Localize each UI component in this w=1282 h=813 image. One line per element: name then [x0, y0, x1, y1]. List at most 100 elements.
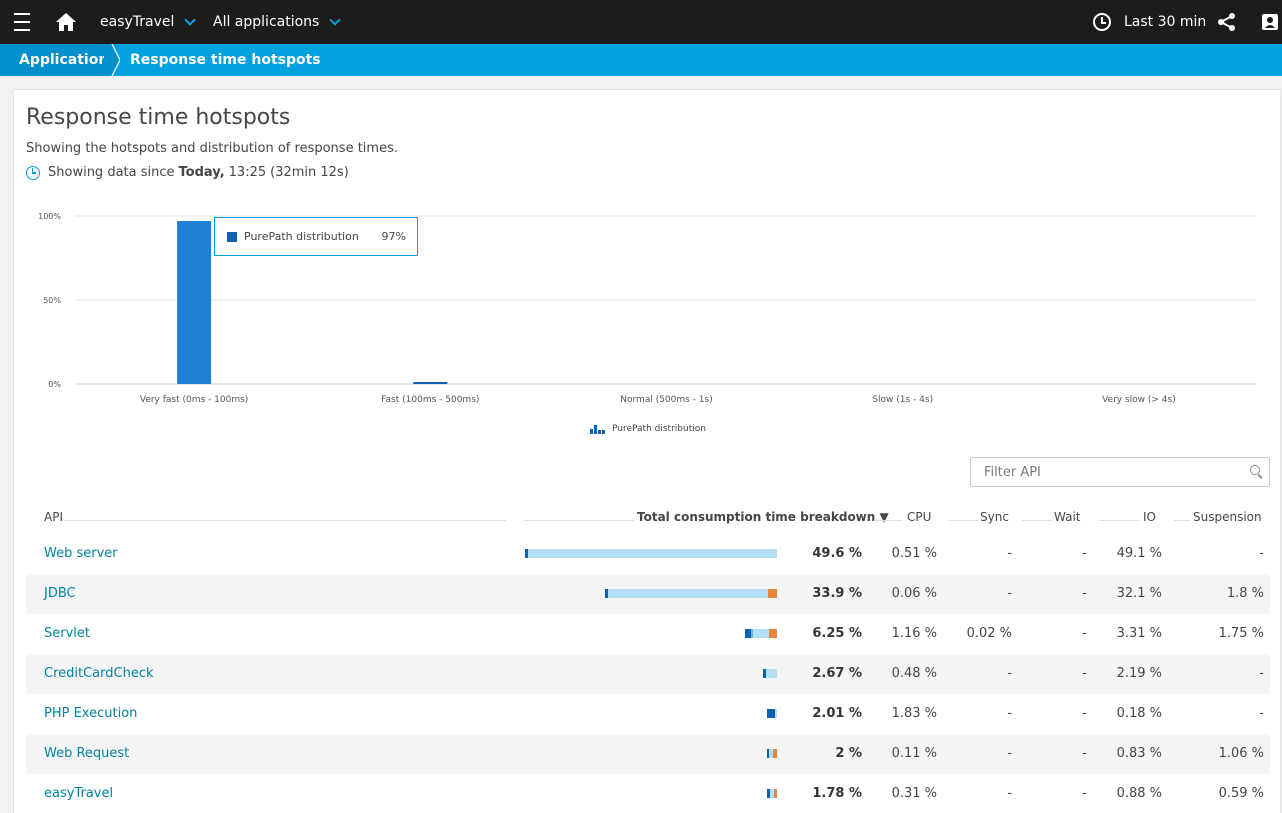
column-header-suspension[interactable]: Suspension [1193, 510, 1262, 524]
x-tick-label: Normal (500ms - 1s) [620, 395, 712, 405]
wait-value: - [1082, 706, 1087, 721]
cpu-value: 0.06 % [891, 586, 937, 601]
main-card: Response time hotspots Showing the hotsp… [13, 89, 1281, 813]
breadcrumb-current: Response time hotspots [130, 44, 321, 76]
sync-value: - [1007, 786, 1012, 801]
table-row[interactable]: CreditCardCheck 2.67 % 0.48 % - - 2.19 % - [26, 654, 1270, 694]
column-header-sync[interactable]: Sync [980, 510, 1009, 524]
suspension-value: 0.59 % [1218, 786, 1264, 801]
application-filter-label: All applications [213, 14, 320, 30]
suspension-value: - [1259, 666, 1264, 681]
api-name-link[interactable]: Web Request [44, 746, 129, 761]
breakdown-segment [774, 709, 777, 718]
total-value: 33.9 % [812, 586, 862, 601]
column-header-api[interactable]: API [44, 510, 63, 524]
table-row[interactable]: JDBC 33.9 % 0.06 % - - 32.1 % 1.8 % [26, 574, 1270, 614]
table-row[interactable]: Web server 49.6 % 0.51 % - - 49.1 % - [26, 534, 1270, 574]
io-value: 0.83 % [1116, 746, 1162, 761]
cpu-value: 0.51 % [891, 546, 937, 561]
user-icon[interactable] [1262, 0, 1278, 44]
breakdown-segment [766, 669, 777, 678]
cpu-value: 1.83 % [891, 706, 937, 721]
breakdown-segment [528, 549, 777, 558]
cpu-value: 0.48 % [891, 666, 937, 681]
io-value: 0.18 % [1116, 706, 1162, 721]
breadcrumb-applications-label: Applications [19, 52, 117, 68]
total-value: 1.78 % [812, 786, 862, 801]
total-value: 2.01 % [812, 706, 862, 721]
suspension-value: - [1259, 546, 1264, 561]
sync-value: 0.02 % [966, 626, 1012, 641]
application-selector[interactable]: All applications [213, 0, 341, 44]
cpu-value: 0.11 % [891, 746, 937, 761]
timeframe-selector[interactable]: Last 30 min [1093, 0, 1206, 44]
breadcrumb-applications[interactable]: Applications [0, 44, 117, 76]
io-value: 2.19 % [1116, 666, 1162, 681]
x-tick-label: Very fast (0ms - 100ms) [140, 395, 248, 405]
column-header-io[interactable]: IO [1143, 510, 1156, 524]
response-time-distribution-chart: 100% 50% 0% Very fast (0ms - 100ms) Fast (10… [38, 212, 1257, 405]
column-header-cpu[interactable]: CPU [907, 510, 931, 524]
api-name-link[interactable]: Servlet [44, 626, 90, 641]
clock-icon [1093, 13, 1111, 31]
chart-legend[interactable]: PurePath distribution [590, 424, 706, 434]
table-row[interactable]: PHP Execution 2.01 % 1.83 % - - 0.18 % - [26, 694, 1270, 734]
io-value: 32.1 % [1116, 586, 1162, 601]
breakdown-segment [772, 749, 777, 758]
sync-value: - [1007, 666, 1012, 681]
consumption-breakdown-bar [525, 549, 777, 558]
breadcrumb-current-label: Response time hotspots [130, 52, 321, 68]
chart-bar [413, 382, 448, 384]
consumption-breakdown-bar [767, 789, 777, 798]
consumption-breakdown-bar [766, 709, 777, 718]
consumption-breakdown-bar [604, 589, 777, 598]
chart-bar [177, 221, 212, 384]
total-value: 49.6 % [812, 546, 862, 561]
environment-name: easyTravel [100, 14, 175, 30]
wait-value: - [1082, 666, 1087, 681]
consumption-breakdown-bar [763, 669, 777, 678]
breadcrumb-separator-icon [104, 44, 120, 76]
suspension-value: 1.8 % [1226, 586, 1264, 601]
chart-tooltip: PurePath distribution 97% [214, 217, 418, 256]
filter-api-input[interactable] [970, 457, 1270, 487]
table-row[interactable]: Servlet 6.25 % 1.16 % 0.02 % - 3.31 % 1.75 % [26, 614, 1270, 654]
sync-value: - [1007, 746, 1012, 761]
table-row[interactable]: Web Request 2 % 0.11 % - - 0.83 % 1.06 % [26, 734, 1270, 774]
column-header-wait[interactable]: Wait [1054, 510, 1081, 524]
top-navigation-bar: easyTravel All applications Last 30 min [0, 0, 1282, 44]
api-name-link[interactable]: Web server [44, 546, 118, 561]
share-icon[interactable] [1217, 0, 1237, 44]
api-name-link[interactable]: PHP Execution [44, 706, 137, 721]
x-tick-label: Slow (1s - 4s) [872, 395, 933, 405]
search-icon[interactable] [1250, 465, 1260, 475]
breakdown-segment [768, 629, 777, 638]
environment-selector[interactable]: easyTravel [100, 0, 197, 44]
api-name-link[interactable]: easyTravel [44, 786, 113, 801]
wait-value: - [1082, 626, 1087, 641]
io-value: 49.1 % [1116, 546, 1162, 561]
consumption-breakdown-bar [766, 749, 777, 758]
column-header-total[interactable]: Total consumption time breakdown ▼ [637, 510, 889, 524]
sync-value: - [1007, 706, 1012, 721]
breakdown-segment [766, 709, 775, 718]
y-tick-label: 100% [38, 212, 61, 221]
bar-chart-icon [590, 424, 606, 434]
api-name-link[interactable]: JDBC [44, 586, 76, 601]
tooltip-label: PurePath distribution [244, 230, 359, 243]
timeframe-label: Last 30 min [1124, 14, 1207, 30]
tooltip-swatch [227, 231, 237, 242]
x-tick-label: Very slow (> 4s) [1102, 395, 1176, 405]
hamburger-menu-icon[interactable] [14, 0, 30, 44]
total-value: 6.25 % [812, 626, 862, 641]
total-value: 2.67 % [812, 666, 862, 681]
suspension-value: 1.06 % [1218, 746, 1264, 761]
api-name-link[interactable]: CreditCardCheck [44, 666, 154, 681]
wait-value: - [1082, 546, 1087, 561]
home-icon[interactable] [55, 0, 77, 44]
cpu-value: 1.16 % [891, 626, 937, 641]
wait-value: - [1082, 746, 1087, 761]
breakdown-segment [753, 629, 769, 638]
table-row[interactable]: easyTravel 1.78 % 0.31 % - - 0.88 % 0.59 % [26, 774, 1270, 813]
io-value: 3.31 % [1116, 626, 1162, 641]
